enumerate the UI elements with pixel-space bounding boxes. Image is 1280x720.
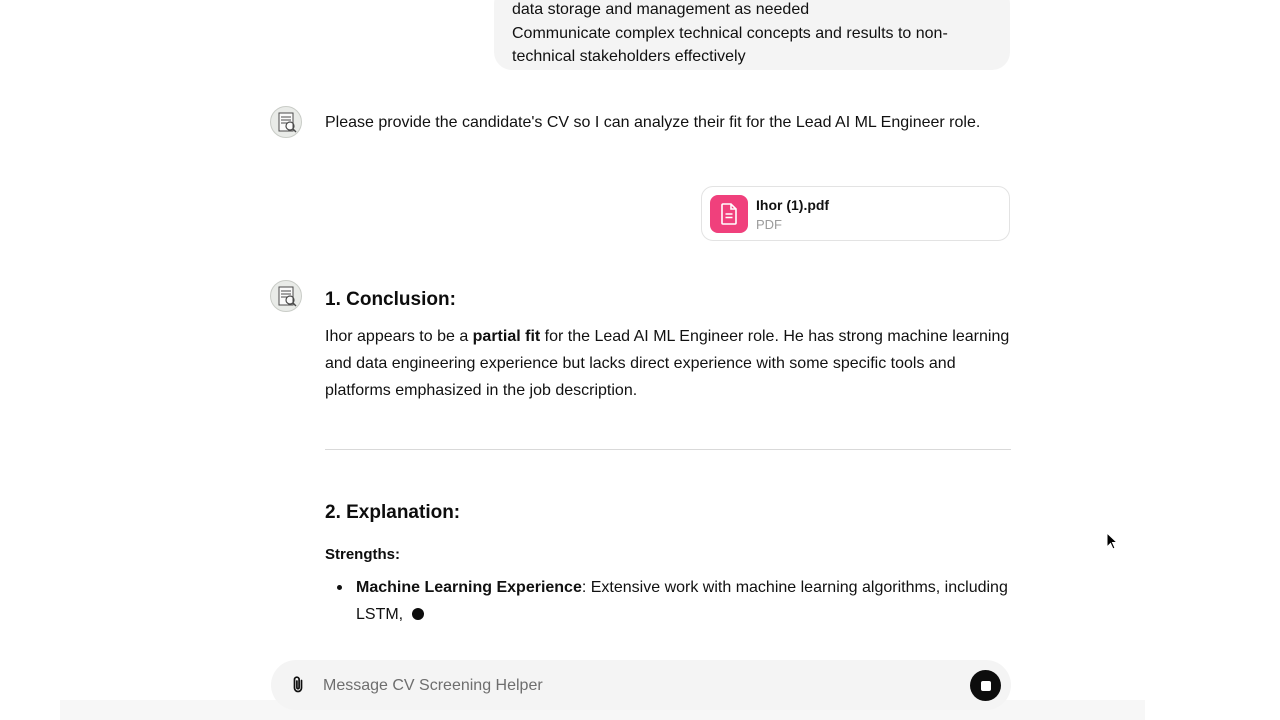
explanation-heading: 2. Explanation:: [325, 502, 461, 523]
user-message-bubble: data storage and management as needed Co…: [494, 0, 1010, 70]
stop-button[interactable]: [970, 670, 1001, 701]
user-message-line: technical stakeholders effectively: [512, 48, 746, 65]
conclusion-text: Ihor appears to be a: [325, 328, 473, 345]
paperclip-icon[interactable]: [287, 674, 309, 696]
strength-title: Machine Learning Experience: [356, 579, 582, 596]
user-message-line: data storage and management as needed: [512, 1, 810, 18]
assistant-avatar: [270, 280, 302, 312]
mouse-cursor-icon: [1106, 531, 1119, 555]
strengths-label: Strengths:: [325, 546, 400, 563]
conclusion-paragraph: Ihor appears to be a partial fit for the…: [325, 323, 1015, 404]
streaming-indicator-icon: [411, 608, 424, 620]
assistant-avatar: [270, 106, 302, 138]
attachment-name: Ihor (1).pdf: [756, 197, 830, 213]
bullet-icon: [337, 585, 342, 590]
fit-verdict: partial fit: [472, 328, 541, 345]
attachment-type: PDF: [756, 217, 782, 232]
user-message-line: Communicate complex technical concepts a…: [512, 24, 948, 42]
assistant-message-text: Please provide the candidate's CV so I c…: [325, 114, 981, 131]
list-item: Machine Learning Experience: Extensive w…: [356, 574, 1016, 628]
message-input[interactable]: [321, 674, 925, 698]
section-divider: [325, 449, 1011, 450]
message-composer: [271, 660, 1011, 710]
stop-icon: [980, 680, 991, 691]
conclusion-heading: 1. Conclusion:: [325, 289, 456, 310]
attachment-card[interactable]: Ihor (1).pdf PDF: [701, 186, 1010, 241]
document-icon: [710, 195, 748, 233]
